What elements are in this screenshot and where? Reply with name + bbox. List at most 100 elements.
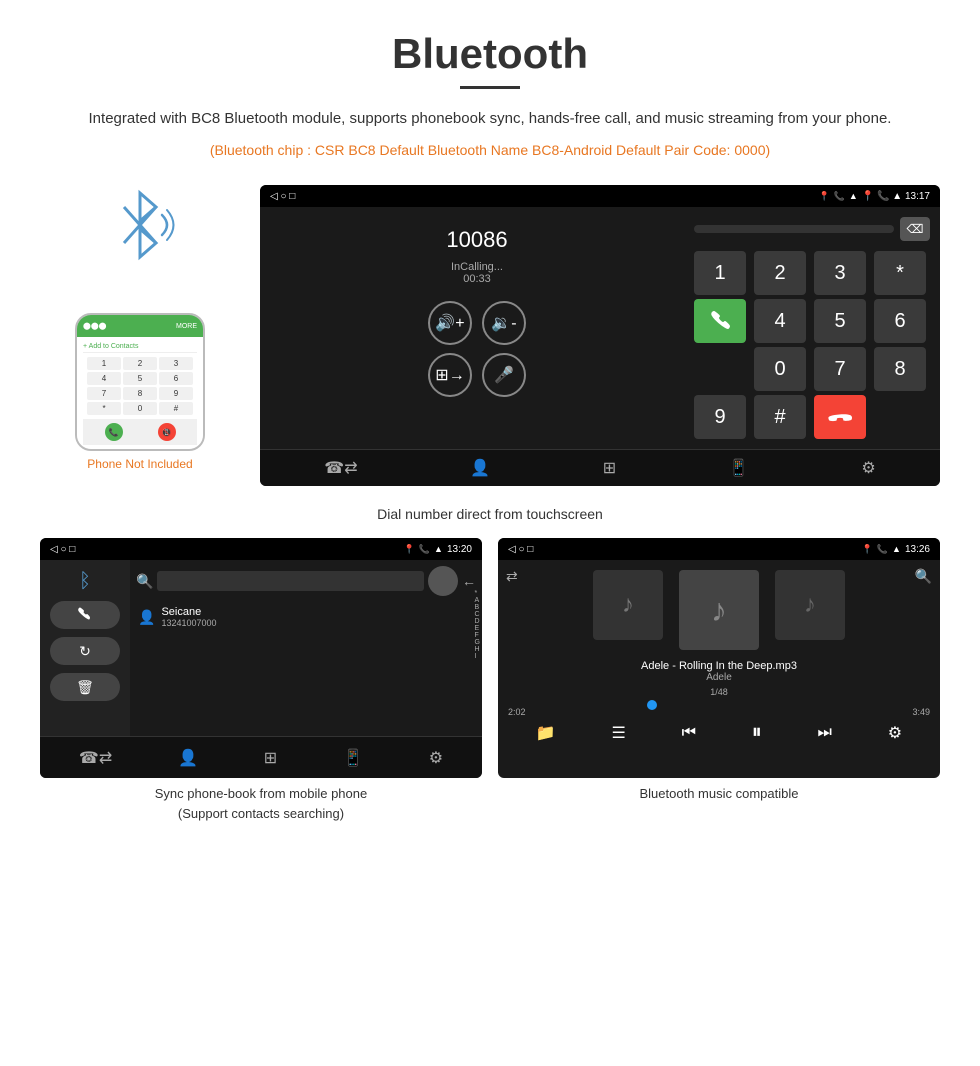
key-8[interactable]: 8: [874, 347, 926, 391]
key-6[interactable]: 6: [874, 299, 926, 343]
alpha-star[interactable]: *: [475, 590, 480, 597]
phonebook-caption: Sync phone-book from mobile phone (Suppo…: [40, 784, 482, 823]
contact-seicane[interactable]: 👤 Seicane 13241007000: [136, 602, 476, 632]
contact-person-icon: 👤: [138, 609, 155, 626]
phone-add-contacts: + Add to Contacts: [83, 341, 197, 353]
key-star[interactable]: *: [874, 251, 926, 295]
mic-button[interactable]: 🎤: [482, 353, 526, 397]
pb-back-icon[interactable]: ←: [462, 573, 476, 589]
music-status-icons: 📍 📞 ▲ 13:26: [862, 544, 930, 555]
pb-bottom-contacts-icon[interactable]: 👤: [178, 748, 198, 768]
music-folder-icon[interactable]: 📁: [536, 723, 556, 743]
pb-call-button[interactable]: [50, 601, 120, 629]
phone-key-8: 8: [123, 387, 157, 400]
music-play-pause-button[interactable]: ⏸: [752, 721, 762, 744]
contact-details: Seicane 13241007000: [161, 606, 216, 628]
music-signal-icon: ▲: [892, 544, 901, 554]
dial-caption: Dial number direct from touchscreen: [40, 506, 940, 522]
alpha-h[interactable]: H: [475, 646, 480, 653]
alpha-i[interactable]: I: [475, 653, 480, 660]
dial-left-panel: 10086 InCalling... 00:33 🔊+ 🔉- ⊞→ 🎤: [270, 217, 684, 439]
dial-bottom-settings-icon[interactable]: ⚙: [861, 458, 875, 478]
phone-side: ⬤⬤⬤ MORE + Add to Contacts 1 2 3 4 5 6 7…: [40, 185, 240, 471]
dial-phone-icon: 📞: [834, 191, 845, 202]
key-0[interactable]: 0: [754, 347, 806, 391]
pb-bottom-calls-icon[interactable]: ☎⇄: [79, 748, 112, 768]
music-playback-controls: 📁 ☰ ⏮ ⏸ ⏭ ⚙: [508, 721, 930, 744]
phone-key-7: 7: [87, 387, 121, 400]
music-search-icon[interactable]: 🔍: [915, 568, 932, 585]
key-hash[interactable]: #: [754, 395, 806, 439]
phone-end-button: 📵: [158, 423, 176, 441]
alpha-b[interactable]: B: [475, 604, 480, 611]
dial-bottom-dialpad-icon[interactable]: ⊞: [603, 458, 616, 478]
bottom-section: ◁ ○ □ 📍 📞 ▲ 13:20 ᛒ: [40, 538, 940, 823]
pb-bottom-settings-icon[interactable]: ⚙: [429, 748, 443, 768]
pb-time: 13:20: [447, 544, 472, 555]
pb-bottom-dialpad-icon[interactable]: ⊞: [264, 748, 277, 768]
pb-search-bar[interactable]: [157, 571, 424, 591]
dial-controls: 🔊+ 🔉- ⊞→ 🎤: [428, 301, 526, 397]
key-3[interactable]: 3: [814, 251, 866, 295]
description: Integrated with BC8 Bluetooth module, su…: [40, 107, 940, 131]
alpha-e[interactable]: E: [475, 625, 480, 632]
pb-search-icon: 🔍: [136, 573, 153, 590]
pb-circle-button[interactable]: [428, 566, 458, 596]
music-song-title: Adele - Rolling In the Deep.mp3: [641, 660, 797, 672]
phonebook-sidebar: ᛒ ↻ 🗑: [40, 560, 130, 736]
volume-up-button[interactable]: 🔊+: [428, 301, 472, 345]
phone-key-2: 2: [123, 357, 157, 370]
pb-sync-button[interactable]: ↻: [50, 637, 120, 665]
pb-phone-icon: 📞: [419, 544, 430, 555]
alpha-g[interactable]: G: [475, 639, 480, 646]
phonebook-content: ᛒ ↻ 🗑: [40, 560, 482, 736]
key-9[interactable]: 9: [694, 395, 746, 439]
music-status-bar: ◁ ○ □ 📍 📞 ▲ 13:26: [498, 538, 940, 560]
music-next-button[interactable]: ⏭: [818, 724, 832, 742]
pb-bottom-phone-icon[interactable]: 📱: [343, 748, 363, 768]
backspace-button[interactable]: ⌫: [900, 217, 930, 241]
music-times: 2:02 3:49: [508, 707, 930, 717]
pb-delete-button[interactable]: 🗑: [50, 673, 120, 701]
top-section: ⬤⬤⬤ MORE + Add to Contacts 1 2 3 4 5 6 7…: [40, 185, 940, 486]
dial-input-row: ⌫: [694, 217, 930, 241]
music-caption: Bluetooth music compatible: [498, 784, 940, 804]
alpha-a[interactable]: A: [475, 597, 480, 604]
dial-bottom-phone-icon[interactable]: 📱: [729, 458, 749, 478]
alpha-d[interactable]: D: [475, 618, 480, 625]
key-4[interactable]: 4: [754, 299, 806, 343]
key-2[interactable]: 2: [754, 251, 806, 295]
dial-location-icon: 📍: [818, 191, 829, 202]
key-5[interactable]: 5: [814, 299, 866, 343]
music-note-left: ♪: [622, 591, 634, 619]
key-end-call[interactable]: [814, 395, 866, 439]
volume-down-button[interactable]: 🔉-: [482, 301, 526, 345]
title-underline: [460, 86, 520, 89]
bluetooth-symbol-icon: [100, 185, 180, 265]
dial-bottom-contacts-icon[interactable]: 👤: [470, 458, 490, 478]
page-title: Bluetooth: [40, 30, 940, 78]
music-track-counter: 1/48: [710, 687, 728, 697]
android-dial-screen: ◁ ○ □ 📍 📞 ▲ 📍 📞 ▲ 13:17 10086 InCalling.…: [260, 185, 940, 486]
dial-input-field[interactable]: [694, 225, 894, 233]
transfer-button[interactable]: ⊞→: [428, 353, 472, 397]
key-1[interactable]: 1: [694, 251, 746, 295]
phone-more-label: MORE: [176, 323, 197, 330]
bluetooth-icon-area: [100, 185, 180, 265]
music-eq-icon[interactable]: ⚙: [888, 723, 902, 743]
key-7[interactable]: 7: [814, 347, 866, 391]
music-content: ⇄ 🔍 ♪ ♪ ♪ Adele - Rolling In the De: [498, 560, 940, 736]
key-call[interactable]: [694, 299, 746, 343]
alpha-f[interactable]: F: [475, 632, 480, 639]
alpha-c[interactable]: C: [475, 611, 480, 618]
dial-ctrl-row-2: ⊞→ 🎤: [428, 353, 526, 397]
dial-bottom-calls-icon[interactable]: ☎⇄: [324, 458, 357, 478]
music-shuffle-icon[interactable]: ⇄: [506, 568, 518, 585]
music-list-icon[interactable]: ☰: [612, 723, 626, 743]
pb-call-icon: [76, 606, 94, 624]
music-prev-button[interactable]: ⏮: [682, 724, 696, 742]
music-time-total: 3:49: [912, 707, 930, 717]
phonebook-status-bar: ◁ ○ □ 📍 📞 ▲ 13:20: [40, 538, 482, 560]
phone-key-star: *: [87, 402, 121, 415]
music-location-icon: 📍: [862, 544, 873, 555]
